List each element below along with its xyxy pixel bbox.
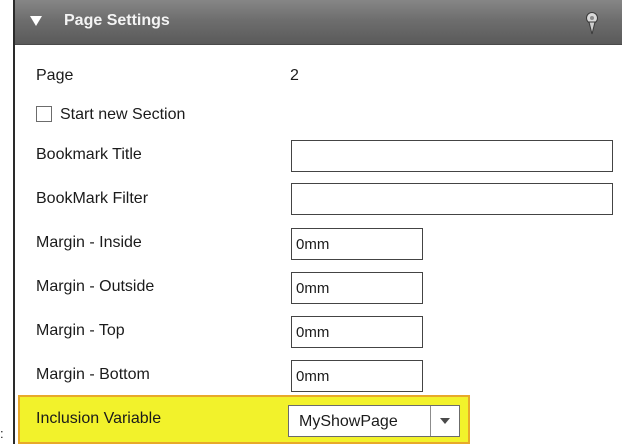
collapse-triangle-icon[interactable] xyxy=(30,16,42,26)
panel-title: Page Settings xyxy=(64,12,170,29)
chevron-down-icon[interactable] xyxy=(440,418,450,424)
inclusion-variable-label: Inclusion Variable xyxy=(36,410,162,427)
bookmark-filter-label: BookMark Filter xyxy=(36,190,149,207)
margin-bottom-label: Margin - Bottom xyxy=(36,366,150,383)
pin-icon[interactable] xyxy=(585,11,599,35)
bookmark-title-label: Bookmark Title xyxy=(36,146,142,163)
margin-inside-label: Margin - Inside xyxy=(36,234,142,251)
page-settings-panel: Page Settings Page 2 Start new Section B… xyxy=(13,0,622,444)
bookmark-title-input[interactable] xyxy=(291,140,613,172)
start-new-section-checkbox[interactable] xyxy=(36,106,52,122)
margin-outside-input[interactable]: 0mm xyxy=(291,272,423,304)
start-new-section-label: Start new Section xyxy=(60,106,186,123)
inclusion-variable-value: MyShowPage xyxy=(299,413,398,430)
inclusion-variable-select[interactable]: MyShowPage xyxy=(288,405,460,437)
inclusion-variable-highlight: Inclusion Variable MyShowPage xyxy=(18,395,470,444)
bookmark-filter-input[interactable] xyxy=(291,183,613,215)
panel-header[interactable]: Page Settings xyxy=(15,0,622,45)
select-divider xyxy=(430,406,431,436)
page-label: Page xyxy=(36,67,74,84)
margin-bottom-input[interactable]: 0mm xyxy=(291,360,423,392)
margin-outside-label: Margin - Outside xyxy=(36,278,155,295)
edge-text: : xyxy=(0,426,4,441)
margin-top-input[interactable]: 0mm xyxy=(291,316,423,348)
margin-top-label: Margin - Top xyxy=(36,322,125,339)
page-value: 2 xyxy=(290,67,299,84)
margin-inside-input[interactable]: 0mm xyxy=(291,228,423,260)
